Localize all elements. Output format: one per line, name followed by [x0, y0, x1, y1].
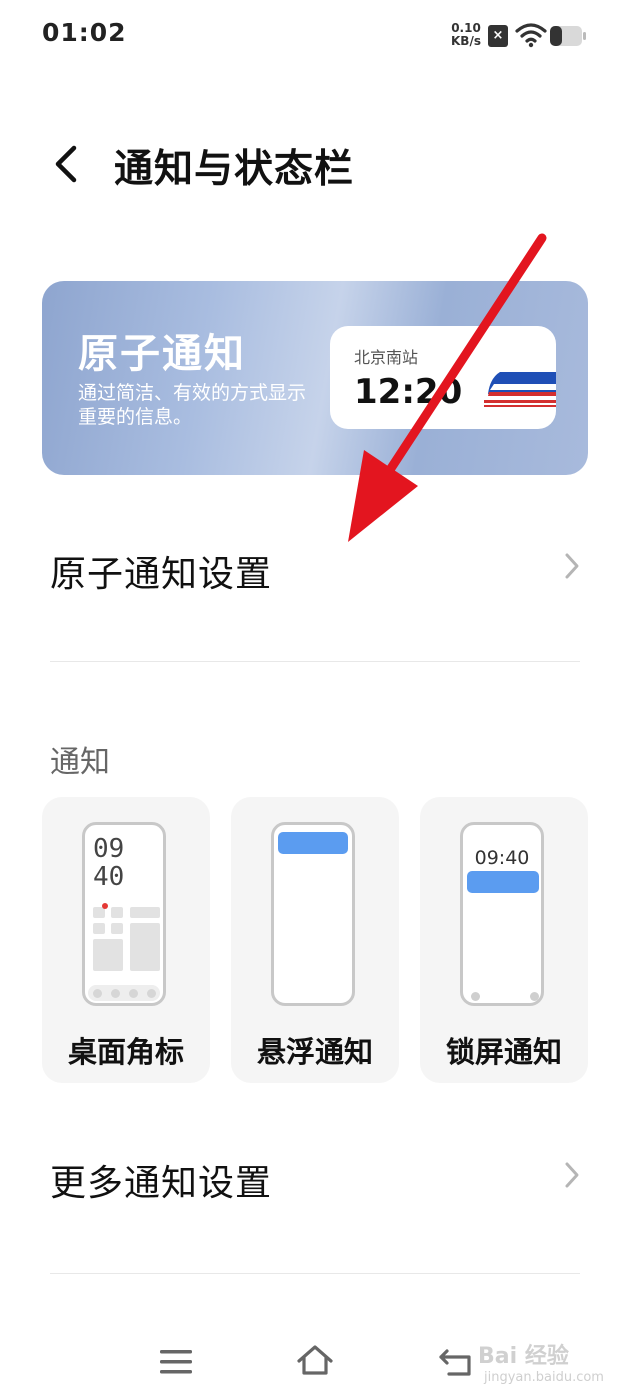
preview-clock-minutes: 40 — [93, 862, 125, 892]
app-icon — [111, 923, 123, 934]
chevron-right-icon[interactable] — [562, 1160, 582, 1190]
banner-title: 原子通知 — [78, 331, 246, 377]
app-icon — [111, 907, 123, 918]
lockscreen-time: 09:40 — [474, 847, 530, 869]
network-speed-unit: KB/s — [451, 34, 481, 48]
phone-preview — [271, 822, 355, 1006]
phone-preview: 09 40 — [82, 822, 166, 1006]
lockscreen-notification-card[interactable]: 09:40 锁屏通知 — [420, 797, 588, 1083]
chevron-right-icon[interactable] — [562, 551, 582, 581]
atomic-notification-settings[interactable]: 原子通知设置 — [50, 545, 272, 597]
lockscreen-shortcut-dot — [530, 992, 539, 1001]
divider — [50, 661, 580, 662]
banner-description: 通过简洁、有效的方式显示重要的信息。 — [78, 382, 307, 428]
more-notification-settings[interactable]: 更多通知设置 — [50, 1154, 272, 1206]
back-icon[interactable] — [437, 1345, 477, 1379]
sim-disabled-icon: × — [488, 25, 508, 47]
floating-notification-card[interactable]: 悬浮通知 — [231, 797, 399, 1083]
widget-block — [93, 939, 123, 971]
wifi-icon — [515, 23, 547, 48]
preview-clock: 09 40 — [93, 835, 124, 891]
watermark-logo: Bai 经验 — [478, 1344, 569, 1369]
battery-icon — [550, 26, 586, 46]
home-icon[interactable] — [295, 1343, 335, 1377]
card-label: 桌面角标 — [67, 1035, 184, 1069]
network-speed: 0.10 KB/s — [446, 22, 486, 48]
widget-block — [130, 907, 160, 918]
preview-clock-hours: 09 — [93, 834, 125, 864]
card-label: 悬浮通知 — [256, 1035, 373, 1069]
app-icon — [93, 923, 105, 934]
red-annotation-arrow — [348, 233, 547, 542]
status-time: 01:02 — [42, 18, 127, 47]
card-label: 锁屏通知 — [445, 1035, 562, 1069]
lockscreen-notification-banner — [467, 871, 539, 893]
section-label-notifications: 通知 — [50, 745, 110, 780]
widget-block — [130, 923, 160, 971]
floating-notification-banner — [278, 832, 348, 854]
desktop-badge-card[interactable]: 09 40 桌面角标 — [42, 797, 210, 1083]
badge-dot — [102, 903, 108, 909]
dock — [88, 985, 160, 1001]
divider — [50, 1273, 580, 1274]
page-title: 通知与状态栏 — [114, 147, 355, 192]
lockscreen-shortcut-dot — [471, 992, 480, 1001]
watermark-url: jingyan.baidu.com — [484, 1370, 604, 1385]
back-chevron-icon[interactable] — [48, 142, 88, 186]
phone-preview: 09:40 — [460, 822, 544, 1006]
menu-icon[interactable] — [156, 1345, 196, 1379]
